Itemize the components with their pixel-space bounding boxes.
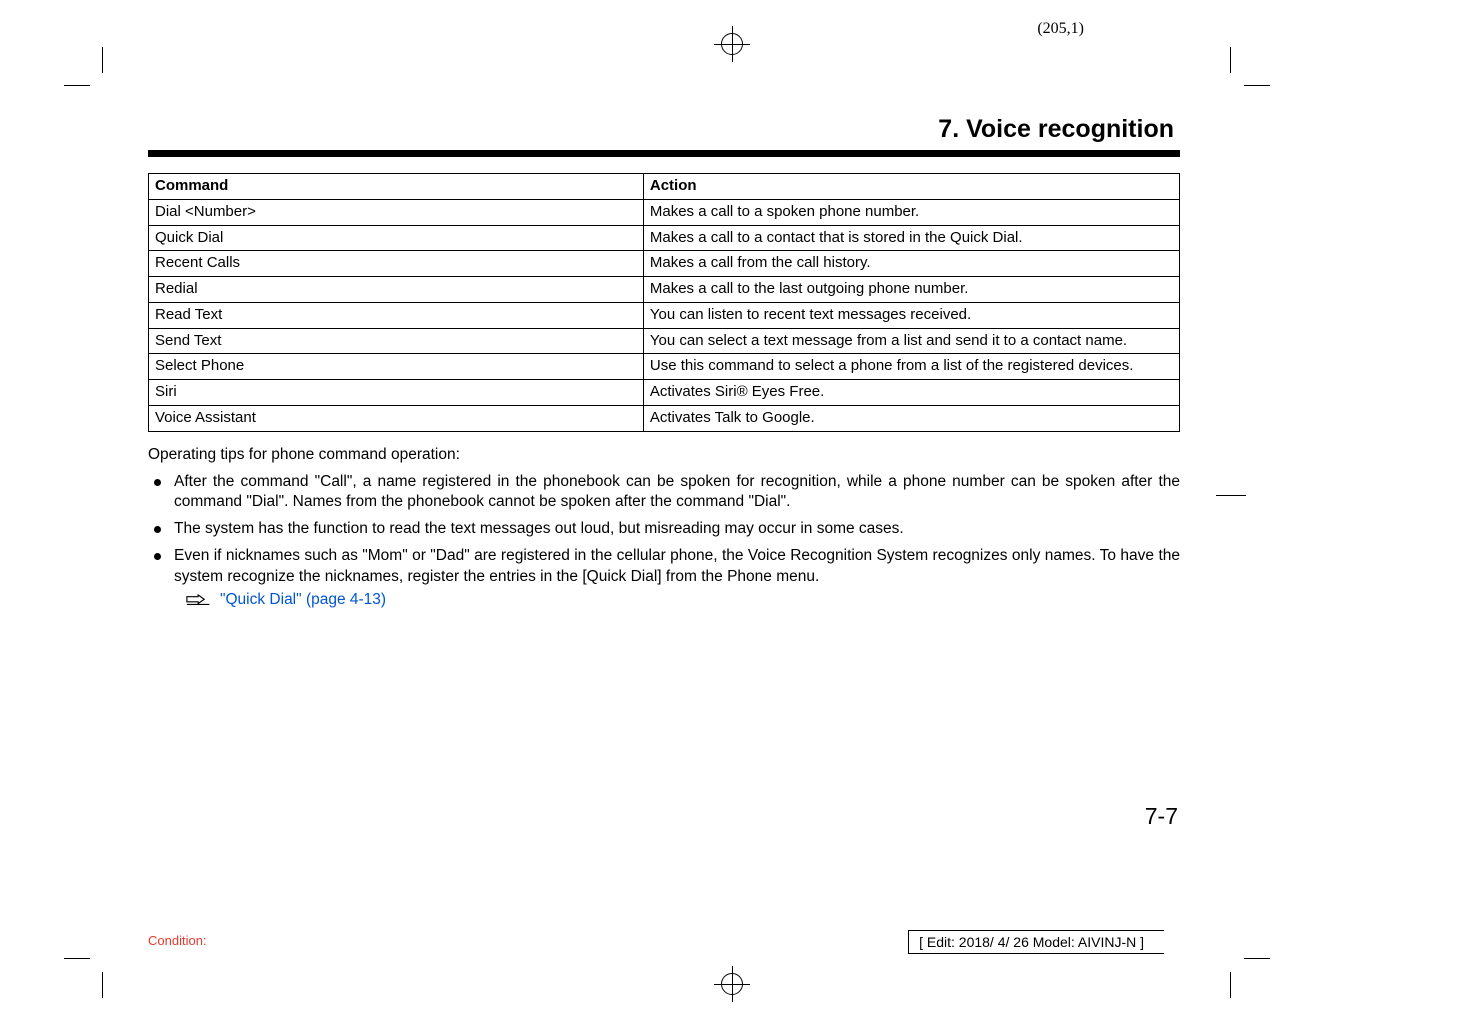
- crop-mark-icon: [90, 73, 116, 99]
- section-heading: 7. Voice recognition: [148, 115, 1180, 144]
- table-row: Dial <Number> Makes a call to a spoken p…: [149, 199, 1180, 225]
- crop-mark-icon: [90, 946, 116, 972]
- action-cell: Activates Siri® Eyes Free.: [643, 380, 1179, 406]
- command-cell: Select Phone: [149, 354, 644, 380]
- table-row: Recent Calls Makes a call from the call …: [149, 251, 1180, 277]
- list-item: Even if nicknames such as "Mom" or "Dad"…: [174, 546, 1180, 611]
- registration-mark-icon: [714, 966, 750, 1002]
- page-content: 7. Voice recognition Command Action Dial…: [148, 115, 1180, 617]
- table-row: Voice Assistant Activates Talk to Google…: [149, 405, 1180, 431]
- reference-hand-icon: [186, 594, 212, 608]
- action-cell: Use this command to select a phone from …: [643, 354, 1179, 380]
- command-cell: Recent Calls: [149, 251, 644, 277]
- command-cell: Redial: [149, 277, 644, 303]
- table-header-action: Action: [643, 174, 1179, 200]
- command-cell: Read Text: [149, 302, 644, 328]
- table-header-row: Command Action: [149, 174, 1180, 200]
- crop-mark-icon: [1218, 946, 1244, 972]
- page-number: 7-7: [1145, 803, 1178, 830]
- command-cell: Dial <Number>: [149, 199, 644, 225]
- command-cell: Voice Assistant: [149, 405, 644, 431]
- heading-rule: [148, 150, 1180, 157]
- table-row: Read Text You can listen to recent text …: [149, 302, 1180, 328]
- crop-mark-icon: [1218, 73, 1244, 99]
- signature-page-coord: (205,1): [1037, 20, 1084, 38]
- cross-reference: "Quick Dial" (page 4-13): [186, 590, 1180, 611]
- list-item: The system has the function to read the …: [174, 519, 1180, 540]
- action-cell: Makes a call to a spoken phone number.: [643, 199, 1179, 225]
- action-cell: You can listen to recent text messages r…: [643, 302, 1179, 328]
- registration-mark-icon: [714, 26, 750, 62]
- table-row: Siri Activates Siri® Eyes Free.: [149, 380, 1180, 406]
- list-item: After the command "Call", a name registe…: [174, 472, 1180, 514]
- action-cell: Activates Talk to Google.: [643, 405, 1179, 431]
- command-cell: Siri: [149, 380, 644, 406]
- table-row: Quick Dial Makes a call to a contact tha…: [149, 225, 1180, 251]
- table-row: Send Text You can select a text message …: [149, 328, 1180, 354]
- condition-label: Condition:: [148, 933, 207, 948]
- table-row: Select Phone Use this command to select …: [149, 354, 1180, 380]
- crop-mark-icon: [1216, 495, 1246, 496]
- action-cell: Makes a call from the call history.: [643, 251, 1179, 277]
- action-cell: Makes a call to a contact that is stored…: [643, 225, 1179, 251]
- list-item-text: Even if nicknames such as "Mom" or "Dad"…: [174, 547, 1180, 585]
- table-row: Redial Makes a call to the last outgoing…: [149, 277, 1180, 303]
- command-cell: Quick Dial: [149, 225, 644, 251]
- action-cell: You can select a text message from a lis…: [643, 328, 1179, 354]
- cross-reference-link[interactable]: "Quick Dial" (page 4-13): [220, 590, 386, 611]
- command-table: Command Action Dial <Number> Makes a cal…: [148, 173, 1180, 432]
- tips-list: After the command "Call", a name registe…: [148, 472, 1180, 612]
- tips-heading: Operating tips for phone command operati…: [148, 446, 1180, 464]
- table-header-command: Command: [149, 174, 644, 200]
- command-cell: Send Text: [149, 328, 644, 354]
- action-cell: Makes a call to the last outgoing phone …: [643, 277, 1179, 303]
- edit-info-box: [ Edit: 2018/ 4/ 26 Model: AIVINJ-N ]: [908, 930, 1164, 954]
